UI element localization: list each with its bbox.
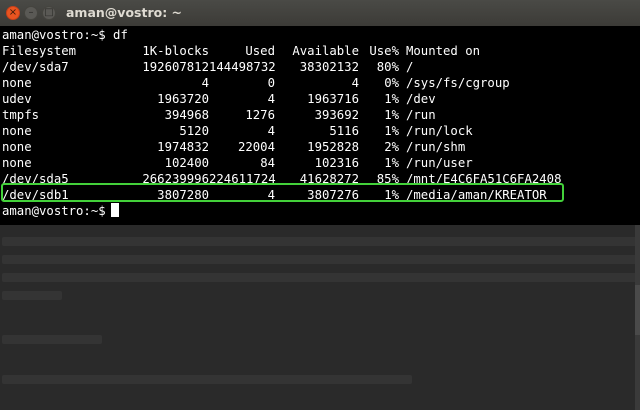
cell-filesystem: none: [2, 124, 32, 138]
table-row: /dev/sda7 192607812 144498732 38302132 80% /: [2, 59, 640, 75]
background-scrollbar-thumb[interactable]: [635, 285, 640, 335]
cell-mounted-on: /run: [406, 108, 436, 122]
cell-blocks: 394968: [164, 108, 209, 122]
highlight-box: [1, 183, 564, 202]
prompt-line: aman@vostro:~$: [2, 203, 640, 219]
maximize-icon[interactable]: □: [42, 6, 56, 20]
background-text-line: [2, 273, 638, 282]
cell-use-percent: 0%: [384, 76, 399, 90]
cell-blocks: 192607812: [142, 60, 209, 74]
cell-available: 393692: [314, 108, 359, 122]
cell-filesystem: udev: [2, 92, 32, 106]
background-page: [0, 225, 640, 410]
cell-use-percent: 80%: [376, 60, 399, 74]
cell-mounted-on: /run/user: [406, 156, 473, 170]
background-text-line: [2, 335, 102, 344]
text-cursor: [110, 203, 119, 217]
prompt-text: aman@vostro:~$: [2, 204, 106, 218]
minimize-icon[interactable]: –: [24, 6, 38, 20]
table-header: Filesystem 1K-blocks Used Available Use%…: [2, 43, 640, 59]
cell-used: 4: [267, 124, 275, 138]
cell-available: 4: [351, 76, 359, 90]
cell-used: 0: [267, 76, 275, 90]
close-icon[interactable]: ×: [6, 6, 20, 20]
cell-use-percent: 1%: [384, 124, 399, 138]
table-row: tmpfs 394968 1276 393692 1% /run: [2, 107, 640, 123]
cell-filesystem: none: [2, 76, 32, 90]
background-text-line: [2, 375, 412, 384]
table-row: none 1974832 22004 1952828 2% /run/shm: [2, 139, 640, 155]
cell-blocks: 102400: [164, 156, 209, 170]
background-text-line: [2, 255, 638, 264]
cell-mounted-on: /: [406, 60, 414, 74]
cell-blocks: 5120: [179, 124, 209, 138]
cell-used: 144498732: [209, 60, 276, 74]
cell-used: 1276: [245, 108, 275, 122]
cell-available: 1963716: [307, 92, 359, 106]
cell-filesystem: /dev/sda7: [2, 60, 69, 74]
terminal-window: × – □ aman@vostro: ~ aman@vostro:~$ df F…: [0, 0, 640, 225]
cell-use-percent: 1%: [384, 156, 399, 170]
cell-blocks: 1963720: [157, 92, 209, 106]
cell-mounted-on: /run/shm: [406, 140, 466, 154]
cell-filesystem: tmpfs: [2, 108, 40, 122]
cell-used: 4: [267, 92, 275, 106]
cell-use-percent: 1%: [384, 92, 399, 106]
cell-filesystem: none: [2, 156, 32, 170]
cell-blocks: 1974832: [157, 140, 209, 154]
window-titlebar[interactable]: × – □ aman@vostro: ~: [0, 0, 640, 27]
cell-filesystem: none: [2, 140, 32, 154]
cell-used: 22004: [237, 140, 275, 154]
cell-available: 5116: [329, 124, 359, 138]
table-row: udev 1963720 4 1963716 1% /dev: [2, 91, 640, 107]
cell-use-percent: 1%: [384, 108, 399, 122]
cell-mounted-on: /run/lock: [406, 124, 473, 138]
command-line: aman@vostro:~$ df: [2, 27, 640, 43]
background-scrollbar[interactable]: [635, 225, 640, 410]
table-row: none 102400 84 102316 1% /run/user: [2, 155, 640, 171]
window-title: aman@vostro: ~: [66, 5, 183, 20]
header-available: Available: [292, 44, 359, 58]
terminal-output[interactable]: aman@vostro:~$ df Filesystem 1K-blocks U…: [0, 26, 640, 225]
header-used: Used: [245, 44, 275, 58]
cell-available: 38302132: [299, 60, 359, 74]
command-text: aman@vostro:~$ df: [2, 28, 128, 42]
cell-available: 1952828: [307, 140, 359, 154]
background-text-line: [2, 291, 62, 300]
cell-blocks: 4: [201, 76, 209, 90]
header-mounted-on: Mounted on: [406, 44, 481, 58]
cell-mounted-on: /dev: [406, 92, 436, 106]
cell-use-percent: 2%: [384, 140, 399, 154]
cell-used: 84: [260, 156, 275, 170]
table-row: none 4 0 4 0% /sys/fs/cgroup: [2, 75, 640, 91]
cell-mounted-on: /sys/fs/cgroup: [406, 76, 510, 90]
cell-available: 102316: [314, 156, 359, 170]
background-text-line: [2, 237, 638, 246]
header-blocks: 1K-blocks: [142, 44, 209, 58]
header-filesystem: Filesystem: [2, 44, 77, 58]
table-row: none 5120 4 5116 1% /run/lock: [2, 123, 640, 139]
header-use-percent: Use%: [369, 44, 399, 58]
